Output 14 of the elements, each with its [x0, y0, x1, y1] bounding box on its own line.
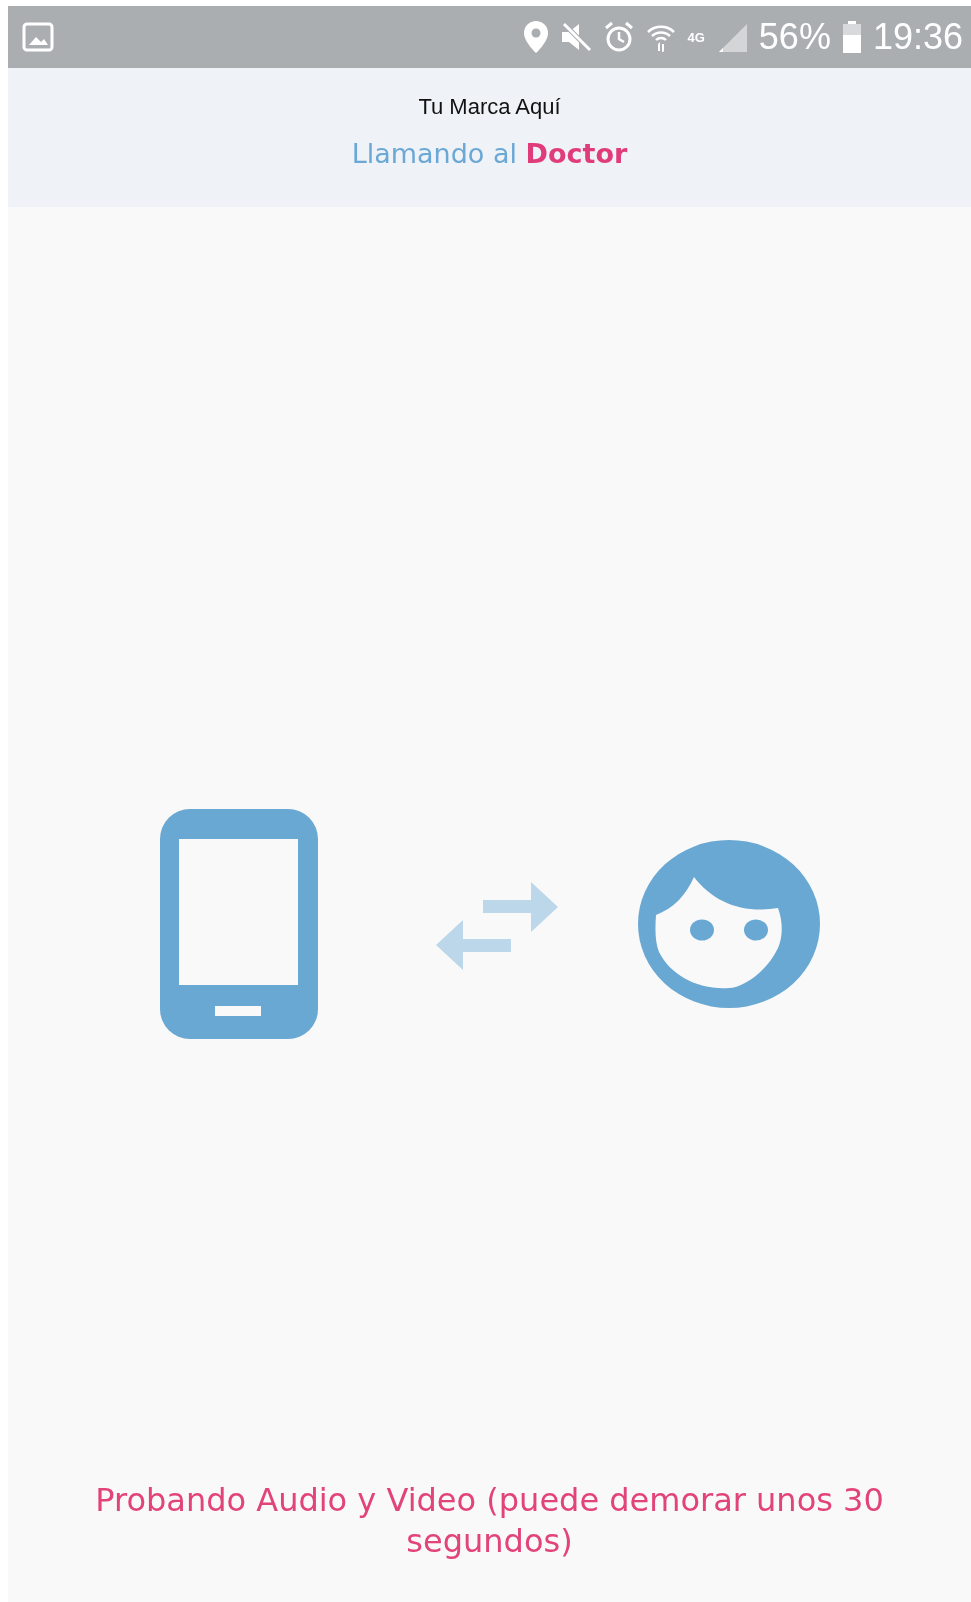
- mute-icon: [559, 22, 592, 52]
- brand-name: Tu Marca Aquí: [418, 94, 561, 120]
- location-icon: [523, 21, 548, 53]
- calling-status: Llamando al Doctor: [351, 138, 628, 169]
- image-icon: [22, 22, 54, 52]
- battery-icon: [842, 21, 861, 53]
- alarm-icon: [603, 21, 634, 53]
- smartphone-icon: [159, 808, 318, 1039]
- exchange-arrows-icon: [435, 881, 558, 970]
- testing-message: Probando Audio y Video (puede demorar unos 30 segundos): [94, 1480, 885, 1562]
- battery-percentage: 56%: [758, 19, 831, 55]
- clock-time: 19:36: [872, 19, 963, 55]
- network-type-label: 4G: [687, 30, 705, 44]
- face-icon: [637, 839, 820, 1008]
